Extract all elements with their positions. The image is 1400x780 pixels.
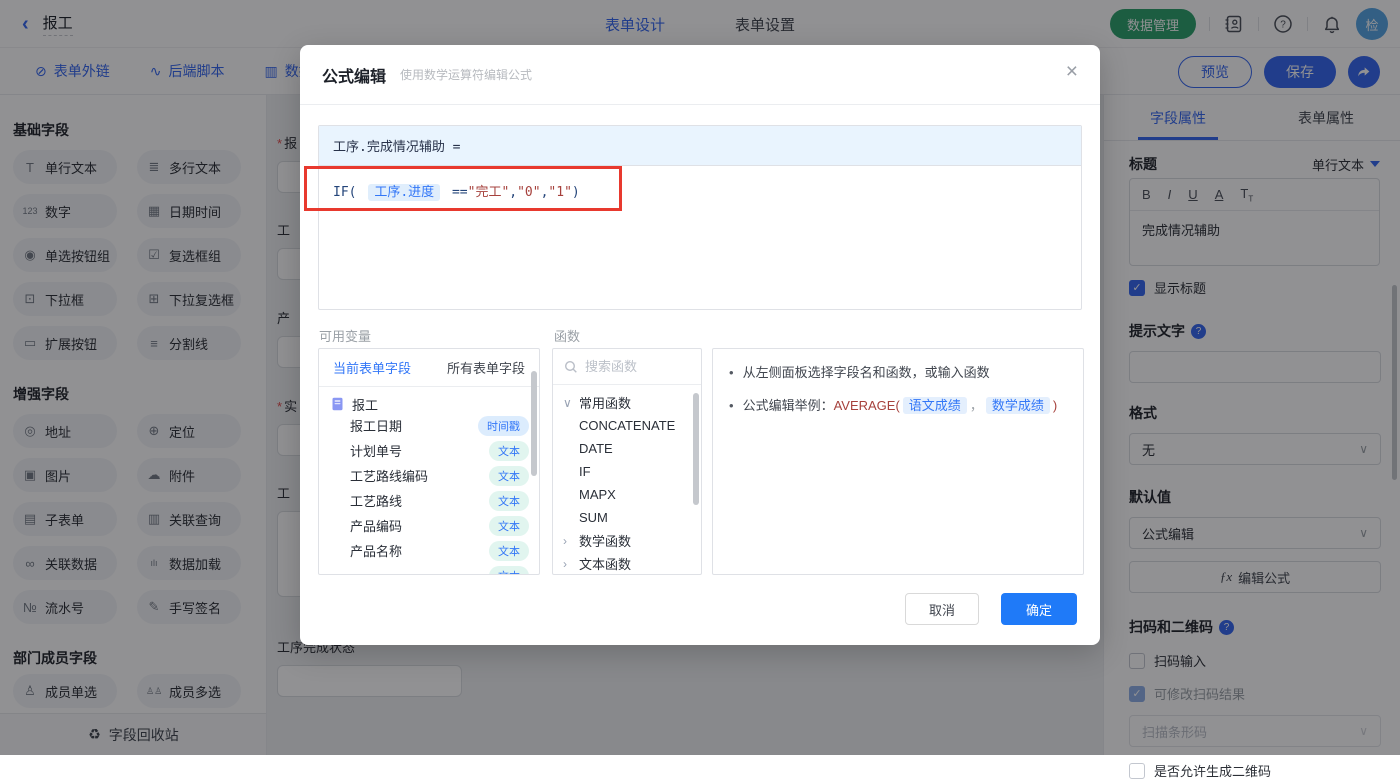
help-tip-1: 从左侧面板选择字段名和函数，或输入函数 <box>742 365 990 380</box>
function-group-文本函数[interactable]: › 文本函数 <box>553 552 701 574</box>
variable-row[interactable]: 报工日期 时间戳 <box>319 413 539 438</box>
function-item-IF[interactable]: IF <box>553 460 701 483</box>
variable-name: 产品名称 <box>350 544 403 559</box>
chevron-right-icon: › <box>563 556 567 571</box>
variable-type-tag: 文本 <box>489 440 529 461</box>
variable-row[interactable]: 产品编码 文本 <box>319 513 539 538</box>
form-doc-icon <box>332 397 343 411</box>
modal-title: 公式编辑 <box>322 68 387 86</box>
variables-scrollbar[interactable] <box>531 371 537 476</box>
function-item-SUM[interactable]: SUM <box>553 506 701 529</box>
bullet: • <box>729 398 734 413</box>
function-group-label: 数学函数 <box>579 534 632 549</box>
red-annotation-box <box>304 166 622 211</box>
function-item-DATE[interactable]: DATE <box>553 437 701 460</box>
variables-root-node[interactable]: 报工 <box>319 387 539 413</box>
cancel-button[interactable]: 取消 <box>905 593 979 625</box>
bullet: • <box>729 365 734 380</box>
chevron-right-icon: › <box>563 533 567 548</box>
tab-all-form-fields[interactable]: 所有表单字段 <box>447 358 525 377</box>
tab-current-form-fields[interactable]: 当前表单字段 <box>333 358 411 377</box>
variable-row[interactable]: 文本 <box>319 563 539 574</box>
formula-result-field: 工序.完成情况辅助 = <box>319 126 1081 166</box>
variables-label: 可用变量 <box>319 329 372 344</box>
variable-name: 工艺路线编码 <box>350 469 429 484</box>
variable-name: 计划单号 <box>350 444 403 459</box>
variable-type-tag: 文本 <box>489 490 529 511</box>
chevron-down-icon: ∨ <box>563 395 572 410</box>
variables-panel: 当前表单字段 所有表单字段 报工 报工日期 时间戳 计划单号 文本 工艺路线编码 文本 工艺… <box>318 348 540 575</box>
variable-type-tag: 时间戳 <box>478 415 529 436</box>
variable-name: 工艺路线 <box>350 494 403 509</box>
variable-row[interactable]: 工艺路线编码 文本 <box>319 463 539 488</box>
help-tip-2: 公式编辑举例：AVERAGE(语文成绩，数学成绩) <box>742 397 1058 414</box>
functions-scrollbar[interactable] <box>693 393 699 505</box>
variable-row[interactable]: 产品名称 文本 <box>319 538 539 563</box>
search-icon <box>564 360 577 373</box>
confirm-button[interactable]: 确定 <box>1001 593 1077 625</box>
function-group-label: 文本函数 <box>579 557 632 572</box>
function-group-label: 常用函数 <box>579 396 632 411</box>
variable-name: 报工日期 <box>350 419 403 434</box>
function-group-常用函数[interactable]: ∨ 常用函数 <box>553 391 701 414</box>
function-group-数学函数[interactable]: › 数学函数 <box>553 529 701 552</box>
function-item-MAPX[interactable]: MAPX <box>553 483 701 506</box>
formula-editor-box: 工序.完成情况辅助 = IF( 工序.进度 =="完工","0","1") <box>318 125 1082 310</box>
qr-allow-checkbox[interactable] <box>1129 762 1145 779</box>
variable-name: 产品编码 <box>350 519 403 534</box>
formula-editor-modal: 公式编辑 使用数学运算符编辑公式 × 工序.完成情况辅助 = IF( 工序.进度… <box>300 45 1100 645</box>
variable-row[interactable]: 计划单号 文本 <box>319 438 539 463</box>
functions-panel: ∨ 常用函数 CONCATENATEDATEIFMAPXSUM › 数学函数 › 文本函数 <box>552 348 702 575</box>
variable-type-tag: 文本 <box>489 565 529 574</box>
functions-label: 函数 <box>554 329 581 344</box>
modal-subtitle: 使用数学运算符编辑公式 <box>400 68 533 82</box>
variable-type-tag: 文本 <box>489 540 529 561</box>
close-icon[interactable]: × <box>1066 61 1078 82</box>
variable-row[interactable]: 工艺路线 文本 <box>319 488 539 513</box>
function-item-CONCATENATE[interactable]: CONCATENATE <box>553 414 701 437</box>
variable-type-tag: 文本 <box>489 515 529 536</box>
function-search-input[interactable] <box>585 359 685 374</box>
formula-help-panel: • 从左侧面板选择字段名和函数，或输入函数 • 公式编辑举例：AVERAGE(语… <box>712 348 1084 575</box>
variable-type-tag: 文本 <box>489 465 529 486</box>
